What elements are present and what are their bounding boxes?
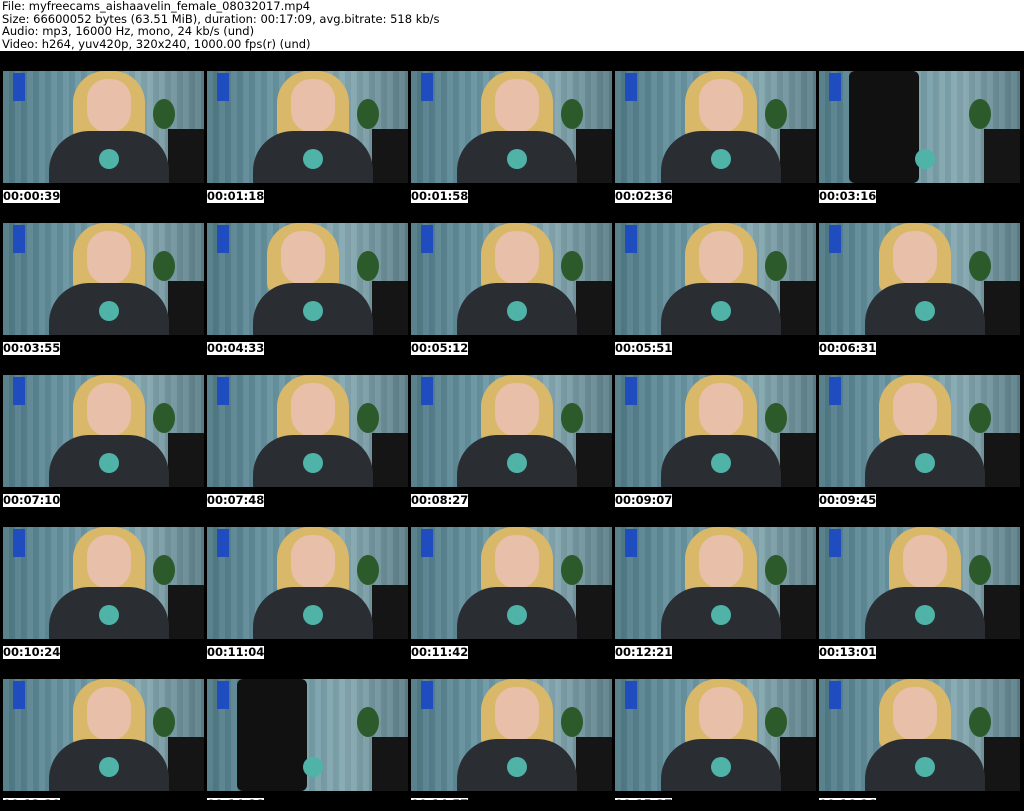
frame-timestamp: 00:03:16 (819, 189, 877, 203)
video-frame-thumbnail (615, 527, 816, 639)
grid-bottom-border (0, 800, 1024, 811)
thumbnail-cell: 00:11:42 (408, 507, 612, 659)
video-frame-thumbnail (411, 679, 612, 791)
thumbnail-cell: 00:06:31 (816, 203, 1020, 355)
video-frame-thumbnail (207, 223, 408, 335)
frame-timestamp: 00:02:36 (615, 189, 673, 203)
frame-timestamp: 00:00:39 (3, 189, 61, 203)
thumbnail-cell: 00:08:27 (408, 355, 612, 507)
video-frame-thumbnail (819, 375, 1020, 487)
file-name-line: File: myfreecams_aishaavelin_female_0803… (2, 0, 311, 13)
thumbnail-cell: 00:11:04 (204, 507, 408, 659)
thumbnail-cell: 00:16:16 (816, 659, 1020, 811)
thumbnail-cell: 00:14:18 (204, 659, 408, 811)
frame-timestamp: 00:09:07 (615, 493, 673, 507)
thumbnail-cell: 00:09:45 (816, 355, 1020, 507)
frame-timestamp: 00:05:12 (411, 341, 469, 355)
frame-timestamp: 00:06:31 (819, 341, 877, 355)
thumbnail-cell: 00:05:51 (612, 203, 816, 355)
frame-timestamp: 00:07:48 (207, 493, 265, 507)
video-frame-thumbnail (411, 527, 612, 639)
frame-timestamp: 00:07:10 (3, 493, 61, 507)
thumbnail-cell: 00:00:39 (0, 51, 204, 203)
frame-timestamp: 00:12:21 (615, 645, 673, 659)
frame-timestamp: 00:13:01 (819, 645, 877, 659)
video-frame-thumbnail (207, 679, 408, 791)
video-frame-thumbnail (207, 375, 408, 487)
thumbnail-grid: 00:00:39 00:01:18 00:01:58 00:02:36 00:03:16… (0, 51, 1024, 811)
video-frame-thumbnail (3, 375, 204, 487)
frame-timestamp: 00:01:58 (411, 189, 469, 203)
frame-timestamp: 00:03:55 (3, 341, 61, 355)
video-frame-thumbnail (3, 223, 204, 335)
video-frame-thumbnail (819, 679, 1020, 791)
frame-timestamp: 00:09:45 (819, 493, 877, 507)
thumbnail-cell: 00:01:58 (408, 51, 612, 203)
thumbnail-cell: 00:15:37 (612, 659, 816, 811)
thumbnail-cell: 00:04:33 (204, 203, 408, 355)
video-frame-thumbnail (3, 71, 204, 183)
video-frame-thumbnail (3, 679, 204, 791)
thumbnail-cell: 00:13:39 (0, 659, 204, 811)
thumbnail-cell: 00:03:16 (816, 51, 1020, 203)
video-frame-thumbnail (615, 223, 816, 335)
frame-timestamp: 00:10:24 (3, 645, 61, 659)
thumbnail-cell: 00:09:07 (612, 355, 816, 507)
frame-timestamp: 00:05:51 (615, 341, 673, 355)
frame-timestamp: 00:08:27 (411, 493, 469, 507)
video-frame-thumbnail (411, 375, 612, 487)
video-frame-thumbnail (615, 375, 816, 487)
video-frame-thumbnail (819, 527, 1020, 639)
video-frame-thumbnail (819, 71, 1020, 183)
thumbnail-cell: 00:12:21 (612, 507, 816, 659)
video-frame-thumbnail (819, 223, 1020, 335)
frame-timestamp: 00:01:18 (207, 189, 265, 203)
thumbnail-cell: 00:03:55 (0, 203, 204, 355)
frame-timestamp: 00:11:42 (411, 645, 469, 659)
video-frame-thumbnail (615, 71, 816, 183)
video-info-line: Video: h264, yuv420p, 320x240, 1000.00 f… (2, 37, 311, 52)
thumbnail-cell: 00:14:57 (408, 659, 612, 811)
file-info-header: File: myfreecams_aishaavelin_female_0803… (2, 0, 1022, 51)
thumbnail-cell: 00:13:01 (816, 507, 1020, 659)
thumbnail-cell: 00:02:36 (612, 51, 816, 203)
thumbnail-cell: 00:05:12 (408, 203, 612, 355)
video-frame-thumbnail (411, 223, 612, 335)
thumbnail-cell: 00:01:18 (204, 51, 408, 203)
thumbnail-cell: 00:07:48 (204, 355, 408, 507)
video-frame-thumbnail (207, 71, 408, 183)
thumbnail-cell: 00:10:24 (0, 507, 204, 659)
thumbnail-cell: 00:07:10 (0, 355, 204, 507)
video-frame-thumbnail (411, 71, 612, 183)
video-frame-thumbnail (207, 527, 408, 639)
video-frame-thumbnail (615, 679, 816, 791)
video-frame-thumbnail (3, 527, 204, 639)
frame-timestamp: 00:11:04 (207, 645, 265, 659)
frame-timestamp: 00:04:33 (207, 341, 265, 355)
